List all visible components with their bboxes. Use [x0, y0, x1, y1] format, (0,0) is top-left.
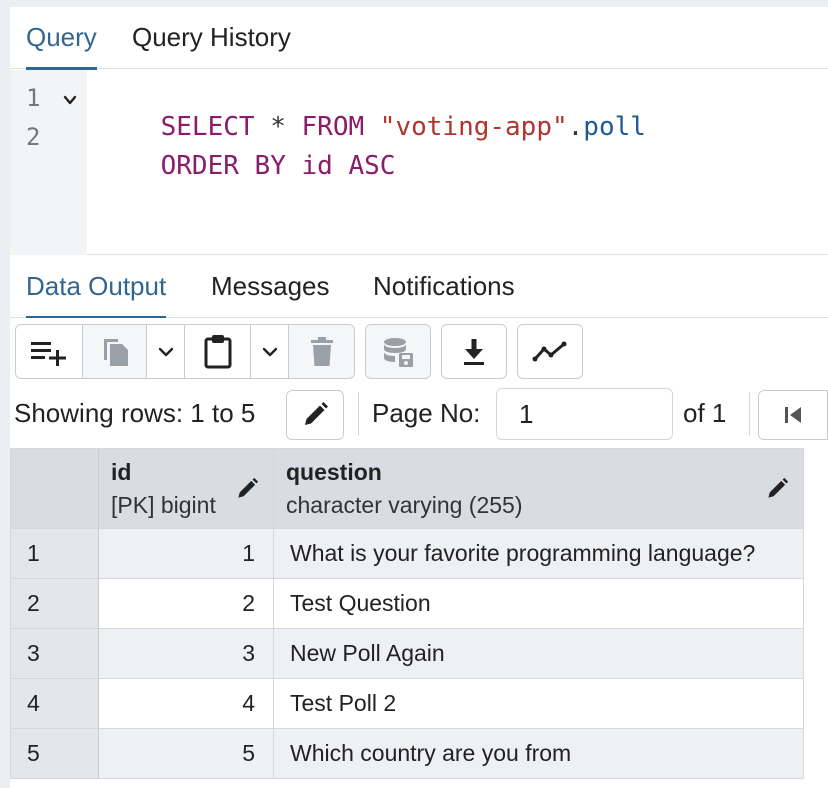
data-toolbar	[10, 318, 828, 386]
pencil-icon[interactable]	[235, 477, 259, 501]
code-line-2[interactable]: ORDER BY id ASC	[98, 121, 396, 211]
page-number-input[interactable]	[496, 388, 673, 440]
row-number-header[interactable]	[11, 449, 99, 528]
page-count-label: of 1	[683, 398, 727, 428]
line-number: 2	[26, 123, 41, 151]
id-cell[interactable]: 4	[99, 679, 274, 728]
question-cell[interactable]: New Poll Again	[274, 629, 803, 678]
pencil-icon	[305, 402, 328, 425]
save-data-button[interactable]	[365, 324, 431, 379]
table-row[interactable]: 3 3 New Poll Again	[11, 628, 803, 678]
first-page-icon	[785, 407, 801, 423]
add-row-button[interactable]	[15, 324, 83, 379]
id-cell[interactable]: 2	[99, 579, 274, 628]
row-number[interactable]: 4	[11, 679, 99, 728]
graph-icon	[532, 341, 567, 361]
table-row[interactable]: 1 1 What is your favorite programming la…	[11, 528, 803, 578]
copy-icon	[103, 338, 128, 366]
data-grid: id [PK] bigint question character varyin…	[10, 448, 804, 779]
chevron-down-icon	[262, 347, 277, 356]
column-header-question[interactable]: question character varying (255)	[274, 449, 803, 528]
copy-options-dropdown[interactable]	[147, 324, 185, 379]
id-cell[interactable]: 5	[99, 729, 274, 778]
table-row[interactable]: 5 5 Which country are you from	[11, 728, 803, 778]
column-header-id[interactable]: id [PK] bigint	[99, 449, 274, 528]
output-tab-bar: Data Output Messages Notifications	[10, 256, 828, 319]
row-number[interactable]: 1	[11, 529, 99, 578]
question-cell[interactable]: Test Question	[274, 579, 803, 628]
top-border	[0, 0, 828, 7]
graph-visualiser-button[interactable]	[517, 324, 583, 379]
add-row-icon	[31, 341, 66, 366]
edit-rows-button[interactable]	[286, 390, 344, 440]
pencil-icon[interactable]	[765, 477, 789, 501]
question-cell[interactable]: Test Poll 2	[274, 679, 803, 728]
column-name: question	[286, 459, 382, 485]
download-icon	[464, 338, 484, 365]
chevron-down-icon	[158, 347, 173, 356]
tab-query-history[interactable]: Query History	[132, 7, 291, 69]
first-page-button[interactable]	[758, 390, 828, 440]
paste-icon	[204, 334, 231, 368]
row-number[interactable]: 2	[11, 579, 99, 628]
editor-gutter: 1 2	[10, 70, 87, 255]
tab-notifications[interactable]: Notifications	[373, 256, 515, 318]
tab-data-output[interactable]: Data Output	[26, 256, 167, 319]
row-number[interactable]: 5	[11, 729, 99, 778]
row-number[interactable]: 3	[11, 629, 99, 678]
line-number: 1	[26, 84, 41, 112]
paste-button[interactable]	[185, 324, 251, 379]
pagination-bar: Showing rows: 1 to 5 Page No: of 1	[10, 386, 828, 446]
sql-keyword: ORDER BY id ASC	[160, 151, 396, 181]
sql-table-name: poll	[583, 112, 646, 142]
copy-button[interactable]	[83, 324, 147, 379]
left-border	[0, 7, 10, 788]
save-data-icon	[384, 337, 413, 367]
sql-editor[interactable]: 1 2 SELECT * FROM "voting-app".poll ORDE…	[10, 70, 828, 255]
delete-button[interactable]	[289, 324, 355, 379]
tab-messages[interactable]: Messages	[211, 256, 330, 318]
divider	[358, 392, 359, 436]
question-cell[interactable]: What is your favorite programming langua…	[274, 529, 803, 578]
delete-icon	[310, 336, 333, 366]
page-no-label: Page No:	[372, 398, 481, 428]
grid-header-row: id [PK] bigint question character varyin…	[11, 449, 803, 528]
id-cell[interactable]: 3	[99, 629, 274, 678]
download-button[interactable]	[441, 324, 507, 379]
question-cell[interactable]: Which country are you from	[274, 729, 803, 778]
table-row[interactable]: 2 2 Test Question	[11, 578, 803, 628]
id-cell[interactable]: 1	[99, 529, 274, 578]
rows-showing-label: Showing rows: 1 to 5	[14, 398, 256, 428]
query-tab-bar: Query Query History	[10, 7, 828, 70]
fold-chevron-icon[interactable]	[62, 92, 78, 108]
sql-schema-name: "voting-app"	[379, 112, 568, 142]
paste-options-dropdown[interactable]	[251, 324, 289, 379]
divider	[749, 392, 750, 436]
tab-query[interactable]: Query	[26, 7, 97, 70]
sql-dot: .	[567, 112, 584, 142]
table-row[interactable]: 4 4 Test Poll 2	[11, 678, 803, 728]
column-type: character varying (255)	[286, 492, 523, 518]
